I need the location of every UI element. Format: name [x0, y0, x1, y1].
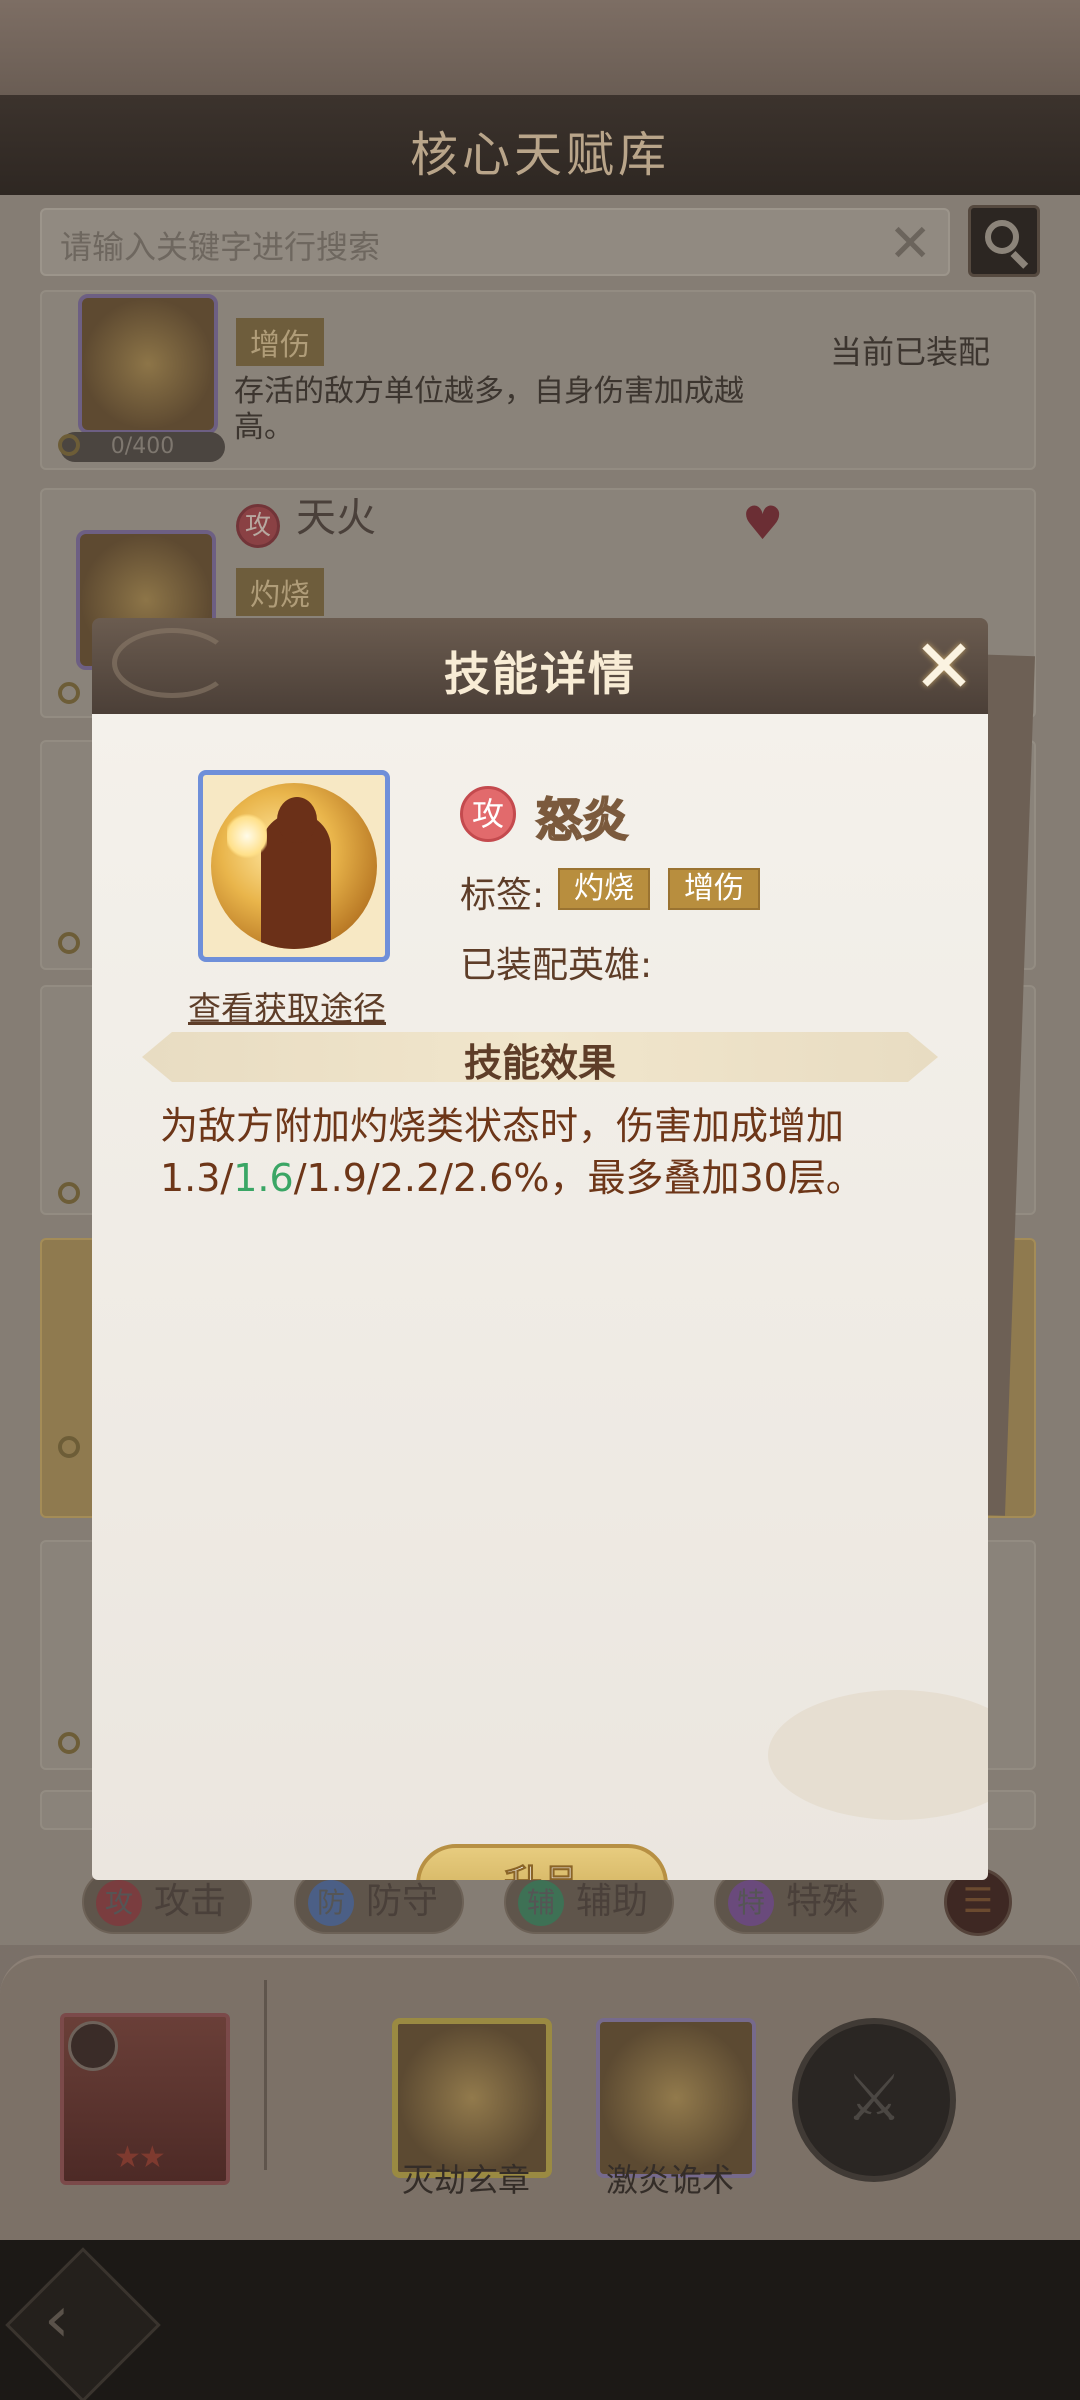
skill-detail-dialog: 技能详情 ✕ 查看获取途径 攻 怒炎 标签: 灼烧 增伤 已装配英雄: 技能效果…	[92, 618, 988, 1880]
coin-icon	[58, 1182, 80, 1204]
tag: 增伤	[236, 318, 324, 366]
equipped-status: 当前已装配	[830, 333, 991, 371]
talent-name: 天火	[296, 495, 376, 541]
effect-title: 技能效果	[463, 1041, 616, 1085]
progress-bar: 0/400	[60, 432, 225, 462]
defense-badge: 防	[308, 1880, 354, 1926]
hero-class-icon	[68, 2021, 118, 2071]
dialog-body: 查看获取途径 攻 怒炎 标签: 灼烧 增伤 已装配英雄: 技能效果 为敌方附加灼…	[92, 714, 988, 1880]
slot-name: 激炎诡术	[606, 2161, 735, 2199]
skill-tag: 灼烧	[558, 868, 650, 910]
current-level-value: 1.6	[233, 1156, 294, 1200]
equipped-hero-label: 已装配英雄:	[460, 945, 653, 986]
talent-description: 存活的敌方单位越多，自身伤害加成越高。	[234, 374, 744, 445]
equipped-skill-slot[interactable]	[596, 2018, 756, 2178]
talent-icon	[78, 294, 218, 434]
special-badge: 特	[728, 1880, 774, 1926]
equipped-skill-slot[interactable]	[392, 2018, 552, 2178]
empty-slot-button[interactable]: ⚔	[792, 2018, 956, 2182]
flame-icon	[227, 811, 267, 861]
cloud-decoration	[768, 1690, 988, 1820]
upgrade-button[interactable]: 升品	[416, 1844, 668, 1880]
attack-badge: 攻	[236, 504, 280, 548]
search-icon	[985, 220, 1019, 254]
view-source-link[interactable]: 查看获取途径	[188, 982, 386, 1030]
search-placeholder: 请输入关键字进行搜索	[60, 228, 381, 266]
footer-bar	[0, 2240, 1080, 2400]
coin-icon	[58, 682, 80, 704]
attack-badge: 攻	[460, 786, 516, 842]
search-input[interactable]: 请输入关键字进行搜索 ✕	[40, 208, 950, 276]
top-bar	[0, 0, 1080, 95]
support-badge: 辅	[518, 1880, 564, 1926]
tag: 灼烧	[236, 568, 324, 616]
coin-icon	[58, 1436, 80, 1458]
search-button[interactable]	[968, 205, 1040, 277]
skill-tag: 增伤	[668, 868, 760, 910]
coin-icon	[58, 932, 80, 954]
tags-label: 标签:	[460, 875, 545, 916]
effect-description: 为敌方附加灼烧类状态时，伤害加成增加1.3/1.6/1.9/2.2/2.6%，最…	[160, 1104, 864, 1200]
title-bar: 核心天赋库	[0, 95, 1080, 195]
skill-name: 怒炎	[535, 792, 629, 848]
page-title: 核心天赋库	[409, 127, 670, 183]
skill-icon	[198, 770, 390, 962]
divider	[264, 1980, 267, 2170]
hero-stars: ★★	[114, 2140, 166, 2175]
clear-icon[interactable]: ✕	[888, 214, 932, 274]
crossed-swords-icon: ⚔	[845, 2062, 903, 2136]
slot-name: 灭劫玄章	[402, 2161, 531, 2199]
attack-badge: 攻	[96, 1880, 142, 1926]
dialog-title: 技能详情	[444, 647, 636, 701]
dialog-header: 技能详情	[92, 618, 988, 714]
coin-icon	[58, 1732, 80, 1754]
hero-portrait[interactable]: ★★	[60, 2013, 230, 2185]
close-icon[interactable]: ✕	[904, 628, 984, 708]
heart-icon[interactable]: ♥	[742, 496, 783, 550]
coin-icon	[58, 434, 80, 456]
back-arrow-icon: ‹	[44, 2283, 70, 2357]
